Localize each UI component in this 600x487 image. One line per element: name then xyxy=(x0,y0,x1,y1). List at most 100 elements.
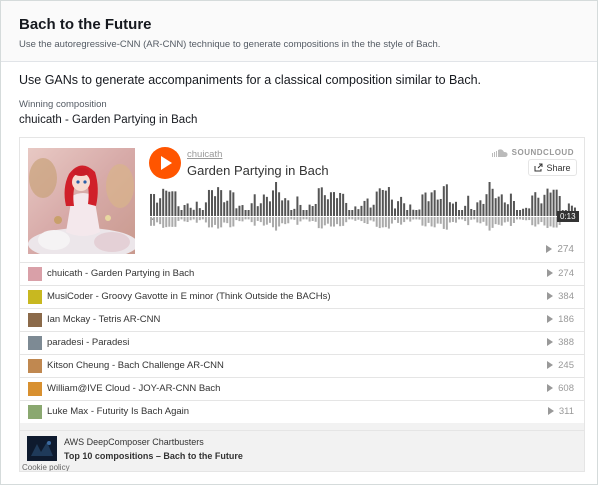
waveform-reflection xyxy=(192,217,195,220)
waveform-reflection xyxy=(409,217,412,222)
waveform-reflection xyxy=(165,217,168,228)
waveform-bar xyxy=(207,189,210,216)
waveform-bar xyxy=(439,198,442,216)
waveform-reflection xyxy=(451,217,454,222)
playlist-owner[interactable]: AWS DeepComposer Chartbusters xyxy=(64,437,204,447)
track-list-item[interactable]: William@IVE Cloud - JOY-AR-CNN Bach 608 xyxy=(20,377,584,400)
waveform-bar xyxy=(229,190,232,216)
play-count-icon xyxy=(547,269,554,278)
waveform-bar xyxy=(272,190,274,216)
track-list-item[interactable]: Luke Max - Futurity Is Bach Again 311 xyxy=(20,400,584,423)
waveform-bar xyxy=(448,202,451,216)
waveform-reflection xyxy=(381,217,384,228)
track-list-item[interactable]: paradesi - Paradesi 388 xyxy=(20,331,584,354)
waveform-reflection xyxy=(394,217,396,221)
waveform-bar xyxy=(302,210,305,216)
waveform-bar xyxy=(369,207,372,216)
share-button[interactable]: Share xyxy=(528,159,577,176)
waveform-bar xyxy=(384,190,387,216)
waveform-reflection xyxy=(537,217,540,225)
track-thumbnail xyxy=(28,382,42,396)
waveform-reflection xyxy=(195,217,198,223)
waveform-bar xyxy=(375,191,378,216)
track-play-count-value: 384 xyxy=(558,291,574,302)
waveform-bar xyxy=(397,201,400,216)
waveform-reflection xyxy=(369,217,372,221)
track-thumbnail xyxy=(28,336,42,350)
playlist-thumbnail[interactable] xyxy=(27,436,57,461)
waveform-reflection xyxy=(235,217,238,221)
waveform-bar xyxy=(406,210,409,216)
waveform-reflection xyxy=(357,217,360,220)
track-list-item[interactable]: Kitson Cheung - Bach Challenge AR-CNN 245 xyxy=(20,354,584,377)
waveform-bar xyxy=(516,210,518,216)
waveform-bar xyxy=(400,196,403,216)
waveform-bar xyxy=(366,198,369,216)
waveform-reflection xyxy=(406,217,409,220)
waveform-reflection xyxy=(522,217,525,220)
track-list-item[interactable]: Ian Mckay - Tetris AR-CNN 186 xyxy=(20,308,584,331)
soundcloud-player: chuicath Garden Partying in Bach SOUNDCL… xyxy=(19,137,585,472)
track-name: chuicath - Garden Partying in Bach xyxy=(47,268,195,279)
waveform-reflection xyxy=(491,217,494,228)
waveform-reflection xyxy=(241,217,244,222)
waveform-reflection xyxy=(323,217,326,226)
waveform-reflection xyxy=(439,217,442,224)
playlist-title[interactable]: Top 10 compositions – Bach to the Future xyxy=(64,451,243,461)
cookie-policy-link[interactable]: Cookie policy xyxy=(22,463,70,471)
waveform-reflection xyxy=(412,217,415,220)
track-play-count: 388 xyxy=(547,337,574,348)
waveform-reflection xyxy=(378,217,381,229)
waveform-reflection xyxy=(479,217,482,224)
soundcloud-logo[interactable]: SOUNDCLOUD xyxy=(491,148,574,157)
track-artwork[interactable] xyxy=(28,148,135,254)
track-thumbnail xyxy=(28,405,42,419)
waveform-bar xyxy=(214,196,217,216)
waveform-reflection xyxy=(275,217,278,231)
waveform-reflection xyxy=(473,217,476,220)
waveform-reflection xyxy=(256,217,259,221)
waveform-bar xyxy=(150,193,152,216)
waveform-reflection xyxy=(299,217,302,222)
waveform-reflection xyxy=(366,217,369,224)
waveform-bar xyxy=(211,190,213,216)
waveform-bar xyxy=(451,203,454,216)
waveform[interactable] xyxy=(150,182,577,232)
track-list-item[interactable]: MusiCoder - Groovy Gavotte in E minor (T… xyxy=(20,285,584,308)
waveform-bar xyxy=(299,204,302,216)
waveform-reflection xyxy=(329,217,332,227)
waveform-reflection xyxy=(171,217,174,227)
waveform-reflection xyxy=(223,217,226,223)
waveform-reflection xyxy=(168,217,171,227)
waveform-reflection xyxy=(540,217,543,223)
waveform-bar xyxy=(308,204,311,216)
waveform-reflection xyxy=(421,217,424,226)
waveform-reflection xyxy=(458,217,461,220)
waveform-bar xyxy=(174,191,177,216)
waveform-bar xyxy=(153,194,156,216)
uploader-link[interactable]: chuicath xyxy=(187,149,222,160)
waveform-bar xyxy=(525,207,528,216)
waveform-bar xyxy=(339,192,342,216)
play-button[interactable] xyxy=(149,147,181,179)
waveform-bar xyxy=(430,192,433,216)
waveform-bar xyxy=(436,199,439,216)
waveform-reflection xyxy=(485,217,488,226)
waveform-reflection xyxy=(470,217,473,220)
play-count-icon xyxy=(547,407,554,416)
waveform-reflection xyxy=(519,217,522,220)
waveform-reflection xyxy=(229,217,232,228)
track-list-item[interactable]: chuicath - Garden Partying in Bach 274 xyxy=(20,262,584,285)
track-name: Luke Max - Futurity Is Bach Again xyxy=(47,406,190,417)
waveform-reflection xyxy=(427,217,430,223)
waveform-bar xyxy=(427,201,430,216)
track-name: paradesi - Paradesi xyxy=(47,337,130,348)
waveform-reflection xyxy=(272,217,274,228)
waveform-bar xyxy=(162,188,165,216)
waveform-bar xyxy=(421,194,424,216)
waveform-bar xyxy=(394,208,396,216)
waveform-bar xyxy=(354,206,357,216)
waveform-bar xyxy=(183,204,186,216)
track-title[interactable]: Garden Partying in Bach xyxy=(187,163,329,178)
waveform-bar xyxy=(195,201,198,216)
